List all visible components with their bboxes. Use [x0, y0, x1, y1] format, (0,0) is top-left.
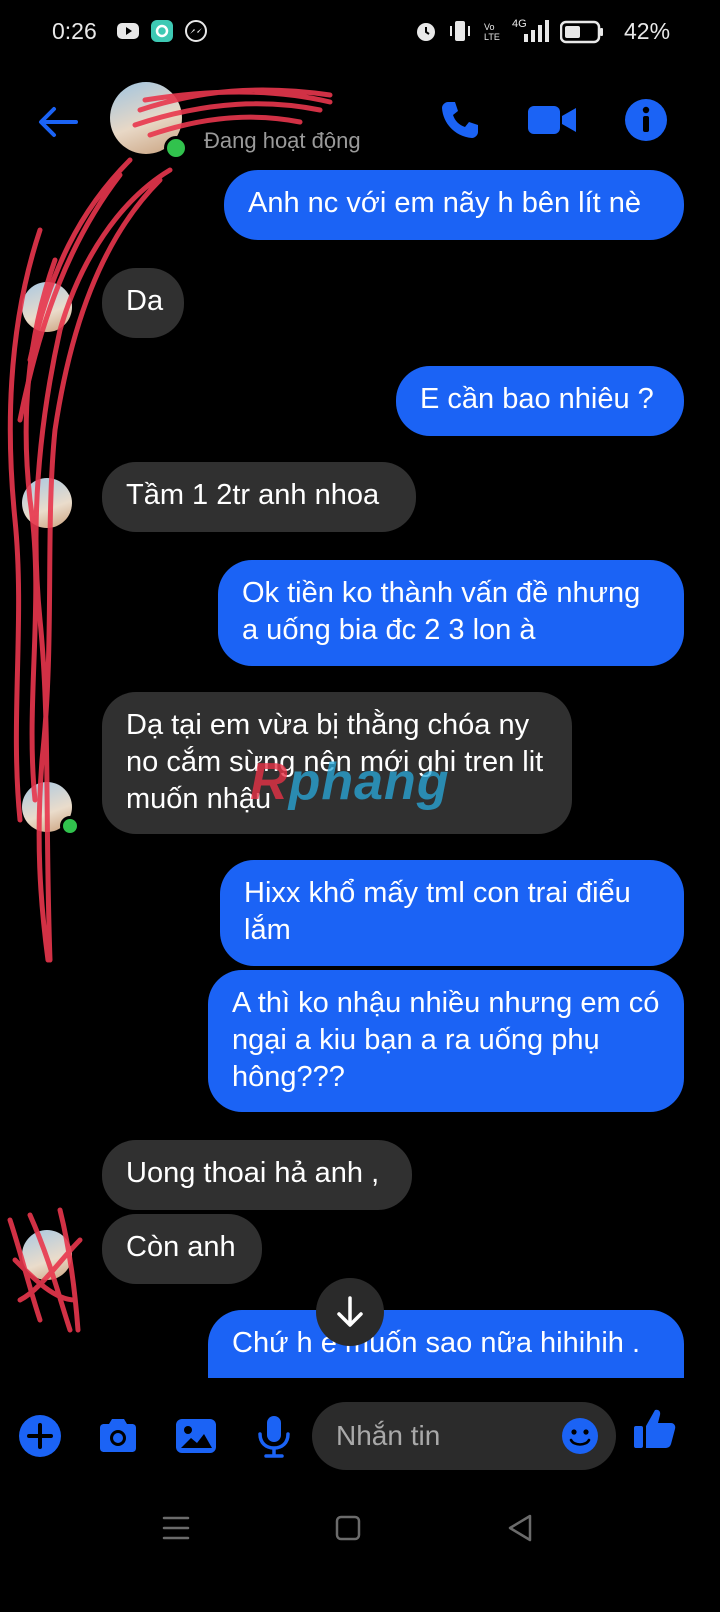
message-bubble-outgoing[interactable]: E cần bao nhiêu ? — [396, 366, 684, 436]
arrow-down-icon — [337, 1296, 363, 1327]
video-icon[interactable] — [526, 96, 578, 144]
emoji-icon[interactable] — [560, 1416, 600, 1456]
contact-avatar-small[interactable] — [22, 282, 72, 332]
contact-avatar-small[interactable] — [22, 1230, 72, 1280]
menu-nav-icon[interactable] — [156, 1508, 196, 1548]
message-bubble-outgoing[interactable]: Ok tiền ko thành vấn đề nhưng a uống bia… — [218, 560, 684, 666]
contact-status: Đang hoạt động — [204, 128, 361, 153]
svg-text:Vo: Vo — [484, 22, 495, 32]
messenger-icon — [185, 20, 207, 42]
phone-icon[interactable] — [436, 96, 484, 144]
youtube-icon — [117, 23, 139, 39]
scroll-to-bottom-button[interactable] — [316, 1278, 384, 1346]
volte-icon: VoLTE — [484, 22, 500, 42]
watermark: Rphang — [250, 753, 450, 811]
battery-icon — [560, 20, 603, 44]
message-bubble-outgoing[interactable]: Anh nc với em nãy h bên lít nè — [224, 170, 684, 240]
message-bubble-incoming[interactable]: Uong thoai hả anh , — [102, 1140, 412, 1210]
contact-avatar-small[interactable] — [22, 478, 72, 528]
online-indicator-small — [60, 816, 80, 836]
svg-text:LTE: LTE — [484, 32, 500, 42]
back-nav-icon[interactable] — [500, 1508, 540, 1548]
message-bubble-incoming[interactable]: Da — [102, 268, 184, 338]
status-time: 0:26 — [52, 18, 97, 44]
camera-icon[interactable] — [94, 1412, 142, 1460]
message-bubble-incoming[interactable]: Còn anh — [102, 1214, 262, 1284]
message-bubble-outgoing[interactable]: A thì ko nhậu nhiều nhưng em có ngại a k… — [208, 970, 684, 1112]
message-clip: Chứ h e muốn sao nữa hihihih . — [208, 1310, 684, 1378]
app-icon — [151, 20, 173, 42]
alarm-icon — [417, 23, 435, 41]
gallery-icon[interactable] — [172, 1412, 220, 1460]
vibrate-icon — [450, 21, 470, 41]
thumbs-up-icon[interactable] — [630, 1404, 680, 1454]
plus-icon[interactable] — [16, 1412, 64, 1460]
status-bar: 0:26 Vo LTE 4G 42% — [0, 0, 720, 64]
message-bubble-outgoing[interactable]: Chứ h e muốn sao nữa hihihih . — [208, 1310, 684, 1378]
signal-icon: 4G — [512, 18, 552, 44]
home-nav-icon[interactable] — [328, 1508, 368, 1548]
message-bubble-incoming[interactable]: Tầm 1 2tr anh nhoa — [102, 462, 416, 532]
back-arrow-icon[interactable] — [36, 104, 80, 140]
microphone-icon[interactable] — [250, 1412, 298, 1460]
online-indicator — [164, 136, 188, 160]
message-bubble-outgoing[interactable]: Hixx khổ mấy tml con trai điểu lắm — [220, 860, 684, 966]
battery-percent: 42% — [624, 18, 671, 44]
info-icon[interactable] — [622, 96, 670, 144]
